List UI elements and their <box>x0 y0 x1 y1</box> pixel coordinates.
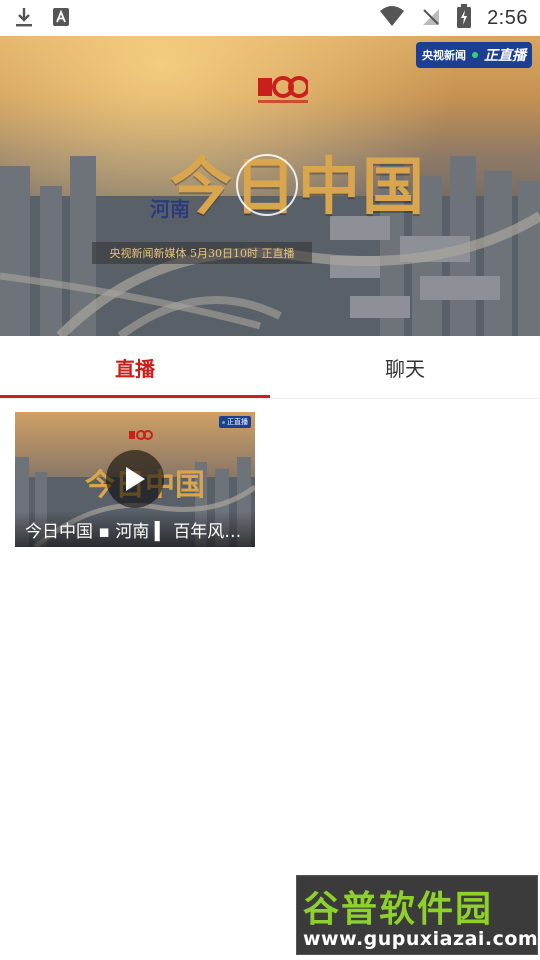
no-signal-icon <box>421 5 441 31</box>
party-100-logo-icon <box>258 76 308 103</box>
wifi-icon <box>379 5 405 31</box>
tab-chat[interactable]: 聊天 <box>270 336 540 398</box>
video-caption: 今日中国 ▪ 河南 ▍ 百年风… <box>15 511 255 547</box>
keyboard-a-icon <box>52 7 70 31</box>
play-ring-icon[interactable] <box>236 154 298 216</box>
battery-charging-icon <box>457 4 472 32</box>
tab-bar: 直播 聊天 <box>0 336 540 399</box>
cctv-news-logo: 央视新闻 <box>422 49 466 62</box>
broadcast-strip: 央视新闻新媒体 5月30日10时 正直播 <box>92 242 312 264</box>
watermark-logo: 谷普软件园 www.gupuxiazai.com <box>296 875 538 955</box>
live-dot-icon <box>472 52 478 58</box>
status-bar: 2:56 <box>0 0 540 36</box>
party-100-logo-icon <box>129 430 153 440</box>
live-label: 正直播 <box>484 48 526 64</box>
video-player[interactable]: 今日中国 河南 央视新闻新媒体 5月30日10时 正直播 央视新闻 正直播 <box>0 36 540 336</box>
tab-live[interactable]: 直播 <box>0 336 270 398</box>
watermark-url: www.gupuxiazai.com <box>303 928 539 950</box>
live-badge: 央视新闻 正直播 <box>416 42 532 68</box>
clock: 2:56 <box>487 6 528 29</box>
play-button[interactable] <box>106 450 164 508</box>
hero-title: 今日中国 <box>170 150 427 223</box>
video-card[interactable]: 今日中国 正直播 今日中国 ▪ 河南 ▍ 百年风… <box>15 412 255 547</box>
download-icon <box>14 6 34 32</box>
hero-subtitle: 河南 <box>150 197 190 221</box>
play-icon <box>126 467 145 491</box>
watermark-text: 谷普软件园 <box>303 889 494 930</box>
live-dot-icon <box>222 420 225 424</box>
live-badge: 正直播 <box>219 416 251 428</box>
